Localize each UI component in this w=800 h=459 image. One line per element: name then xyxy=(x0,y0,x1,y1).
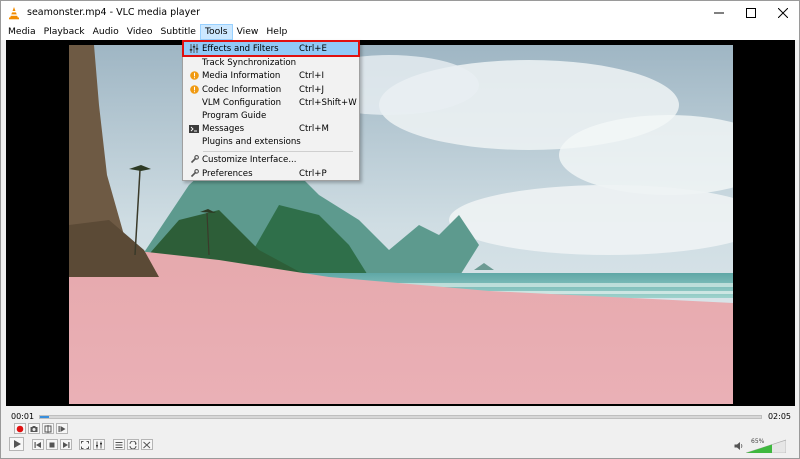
menu-subtitle[interactable]: Subtitle xyxy=(156,24,199,40)
menu-item-media-information[interactable]: Media Information Ctrl+I xyxy=(184,69,358,82)
info-icon xyxy=(186,69,202,82)
loop-icon xyxy=(129,440,137,449)
total-duration: 02:05 xyxy=(767,412,791,421)
tools-dropdown-menu: Effects and Filters Ctrl+E Track Synchro… xyxy=(182,40,360,181)
elapsed-time: 00:01 xyxy=(11,412,35,421)
menu-help[interactable]: Help xyxy=(262,24,291,40)
menu-item-track-synchronization[interactable]: Track Synchronization xyxy=(184,56,358,69)
play-button[interactable] xyxy=(9,437,24,451)
menu-item-label: Program Guide xyxy=(202,110,267,121)
stop-icon xyxy=(49,442,55,447)
menu-item-shortcut: Ctrl+J xyxy=(299,84,325,95)
playlist-icon xyxy=(115,441,123,448)
loop-button[interactable] xyxy=(127,439,139,450)
video-frame xyxy=(69,45,733,404)
menu-item-shortcut: Ctrl+Shift+W xyxy=(299,97,357,108)
menu-item-effects-and-filters[interactable]: Effects and Filters Ctrl+E xyxy=(182,40,360,57)
menu-video[interactable]: Video xyxy=(123,24,157,40)
menu-item-vlm-configuration[interactable]: VLM Configuration Ctrl+Shift+W xyxy=(184,96,358,109)
maximize-icon xyxy=(746,7,756,18)
equalizer-icon xyxy=(186,42,202,55)
menu-item-shortcut: Ctrl+E xyxy=(299,43,327,54)
record-icon xyxy=(16,425,24,432)
stop-button[interactable] xyxy=(46,439,58,450)
menu-item-program-guide[interactable]: Program Guide xyxy=(184,109,358,122)
menu-item-shortcut: Ctrl+M xyxy=(299,123,329,134)
playlist-button[interactable] xyxy=(113,439,125,450)
menu-item-codec-information[interactable]: Codec Information Ctrl+J xyxy=(184,83,358,96)
record-button[interactable] xyxy=(14,423,26,434)
fullscreen-button[interactable] xyxy=(79,439,91,450)
frame-step-icon xyxy=(58,425,66,432)
minimize-icon xyxy=(714,12,724,13)
menu-item-label: Preferences xyxy=(202,168,253,179)
menu-item-label: Customize Interface... xyxy=(202,154,297,165)
seek-slider[interactable] xyxy=(39,415,762,419)
menu-tools[interactable]: Tools xyxy=(199,24,233,40)
frame-by-frame-button[interactable] xyxy=(56,423,68,434)
close-button[interactable] xyxy=(767,1,799,24)
seek-progress xyxy=(40,416,49,418)
video-area[interactable] xyxy=(6,40,795,406)
menu-view[interactable]: View xyxy=(233,24,263,40)
menu-item-label: Media Information xyxy=(202,70,281,81)
vlc-cone-icon xyxy=(9,6,19,19)
volume-percentage: 65% xyxy=(751,438,765,445)
menu-item-customize-interface[interactable]: Customize Interface... xyxy=(184,153,358,166)
previous-button[interactable] xyxy=(32,439,44,450)
menu-item-label: VLM Configuration xyxy=(202,97,282,108)
next-button[interactable] xyxy=(60,439,72,450)
menu-media[interactable]: Media xyxy=(4,24,40,40)
menu-item-label: Track Synchronization xyxy=(202,57,297,68)
menu-item-messages[interactable]: Messages Ctrl+M xyxy=(184,122,358,135)
loop-ab-button[interactable] xyxy=(42,423,54,434)
menu-separator xyxy=(203,151,353,152)
speaker-icon[interactable] xyxy=(734,441,744,451)
vlc-window: seamonster.mp4 - VLC media player Media … xyxy=(0,0,800,459)
snapshot-button[interactable] xyxy=(28,423,40,434)
close-icon xyxy=(778,7,788,18)
title-bar[interactable]: seamonster.mp4 - VLC media player xyxy=(1,1,799,24)
menu-item-preferences[interactable]: Preferences Ctrl+P xyxy=(184,167,358,180)
wrench-icon xyxy=(186,153,202,166)
info-icon xyxy=(186,83,202,96)
menu-item-plugins-and-extensions[interactable]: Plugins and extensions xyxy=(184,135,358,148)
menu-item-label: Plugins and extensions xyxy=(202,136,301,147)
menu-item-label: Codec Information xyxy=(202,84,282,95)
window-title: seamonster.mp4 - VLC media player xyxy=(27,7,200,18)
window-controls xyxy=(703,1,799,24)
extended-settings-button[interactable] xyxy=(93,439,105,450)
wrench-icon xyxy=(186,167,202,180)
minimize-button[interactable] xyxy=(703,1,735,24)
play-icon xyxy=(13,440,21,448)
previous-icon xyxy=(34,441,41,448)
menu-item-label: Effects and Filters xyxy=(202,43,279,54)
loop-ab-icon xyxy=(44,424,52,433)
camera-icon xyxy=(30,425,38,432)
menu-item-shortcut: Ctrl+I xyxy=(299,70,325,81)
menu-bar: Media Playback Audio Video Subtitle Tool… xyxy=(1,24,799,40)
maximize-button[interactable] xyxy=(735,1,767,24)
menu-item-shortcut: Ctrl+P xyxy=(299,168,327,179)
shuffle-icon xyxy=(143,441,151,448)
next-icon xyxy=(63,441,70,448)
shuffle-button[interactable] xyxy=(141,439,153,450)
menu-audio[interactable]: Audio xyxy=(89,24,123,40)
menu-item-label: Messages xyxy=(202,123,245,134)
menu-playback[interactable]: Playback xyxy=(40,24,89,40)
terminal-icon xyxy=(186,122,202,135)
equalizer-icon xyxy=(96,441,102,448)
fullscreen-icon xyxy=(81,440,89,449)
